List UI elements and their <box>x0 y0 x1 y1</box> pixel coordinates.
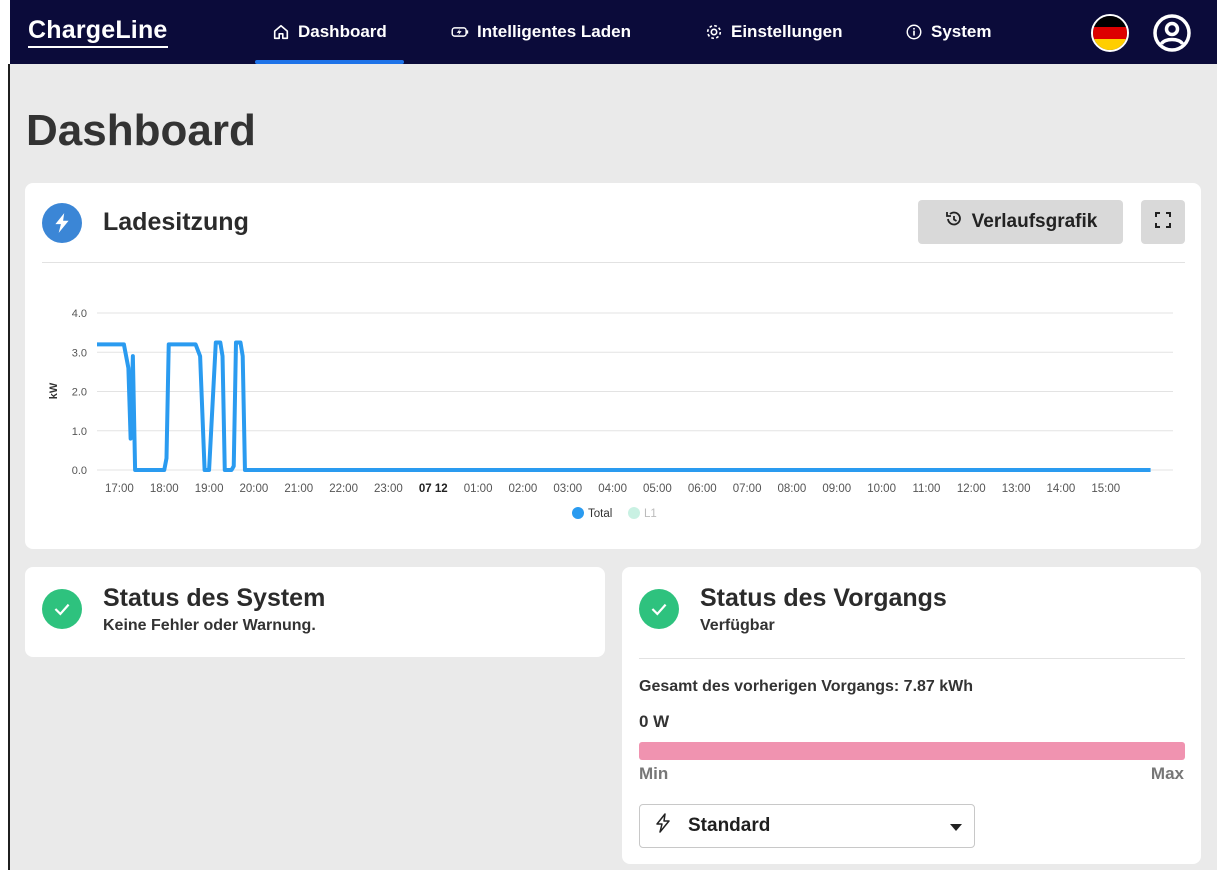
lightning-outline-icon <box>654 813 672 839</box>
gear-icon <box>705 23 723 41</box>
current-power-value: 0 W <box>639 712 670 731</box>
chart-x-tick-label: 11:00 <box>912 483 940 495</box>
nav-einstellungen[interactable]: Einstellungen <box>705 0 842 64</box>
system-status-subtitle: Keine Fehler oder Warnung. <box>103 617 316 634</box>
nav-intelligentes-laden[interactable]: Intelligentes Laden <box>451 0 631 64</box>
charging-mode-select[interactable]: Standard <box>639 804 975 848</box>
chart-x-tick-label: 10:00 <box>867 483 896 495</box>
chart-y-tick-label: 2.0 <box>72 387 87 399</box>
legend-total-marker <box>572 507 584 519</box>
chart-x-tick-label: 09:00 <box>822 483 851 495</box>
chart-x-tick-label: 02:00 <box>509 483 538 495</box>
brand-underline <box>28 46 168 48</box>
brand-text: ChargeLine <box>28 16 168 44</box>
brand-logo[interactable]: ChargeLine <box>28 16 168 48</box>
chart-x-tick-label: 04:00 <box>598 483 627 495</box>
chart-x-tick-label: 12:00 <box>957 483 986 495</box>
session-card: Ladesitzung Verlaufsgrafik 4.0 3.0 2.0 1.0 0… <box>25 183 1201 549</box>
chart-x-tick-label: 03:00 <box>553 483 582 495</box>
system-status-title: Status des System <box>103 584 326 612</box>
chart-x-tick-label: 07 12 <box>419 483 448 495</box>
operation-card-divider <box>639 658 1185 659</box>
chart-y-tick-label: 3.0 <box>72 347 87 359</box>
battery-charging-icon <box>451 23 469 41</box>
system-status-card: Status des System Keine Fehler oder Warn… <box>25 567 605 657</box>
legend-total-label: Total <box>588 508 612 520</box>
operation-status-title: Status des Vorgangs <box>700 584 947 612</box>
chart-x-tick-label: 20:00 <box>240 483 269 495</box>
top-navbar: ChargeLine Dashboard Intelligentes Laden… <box>10 0 1217 64</box>
chart-y-axis-label: kW <box>48 382 60 399</box>
home-icon <box>272 23 290 41</box>
chart-series-total-line <box>97 340 1151 472</box>
flag-de-icon[interactable] <box>1091 14 1129 52</box>
power-chart: 4.0 3.0 2.0 1.0 0.0 kW 17:00 18:00 19:00 20:00 21:… <box>48 308 1173 520</box>
nav-system[interactable]: System <box>905 0 991 64</box>
power-max-label: Max <box>1150 764 1184 783</box>
chart-y-tick-label: 4.0 <box>72 308 87 320</box>
chart-x-tick-label: 19:00 <box>195 483 224 495</box>
operation-status-card: Status des Vorgangs Verfügbar Gesamt des… <box>622 567 1201 864</box>
chevron-down-icon <box>950 824 962 831</box>
chart-x-tick-label: 21:00 <box>284 483 313 495</box>
chart-x-tick-label: 22:00 <box>329 483 358 495</box>
nav-dashboard-label: Dashboard <box>298 22 387 41</box>
previous-session-total: Gesamt des vorherigen Vorgangs: 7.87 kWh <box>639 678 974 695</box>
check-circle-icon <box>639 589 679 629</box>
power-min-label: Min <box>639 764 669 783</box>
chart-y-tick-label: 0.0 <box>72 465 87 477</box>
chart-x-tick-label: 18:00 <box>150 483 179 495</box>
chart-x-tick-label: 15:00 <box>1091 483 1120 495</box>
legend-l1-marker <box>628 507 640 519</box>
chart-x-tick-label: 07:00 <box>733 483 762 495</box>
nav-intelligentes-laden-label: Intelligentes Laden <box>477 22 631 41</box>
page-title: Dashboard <box>26 106 256 155</box>
chart-x-tick-label: 14:00 <box>1047 483 1076 495</box>
chart-x-tick-label: 06:00 <box>688 483 717 495</box>
legend-l1-label: L1 <box>644 508 657 520</box>
nav-system-label: System <box>931 22 992 41</box>
chart-x-tick-label: 17:00 <box>105 483 134 495</box>
chart-x-tick-label: 05:00 <box>643 483 672 495</box>
chart-x-tick-label: 01:00 <box>464 483 493 495</box>
info-icon <box>905 23 923 41</box>
nav-dashboard[interactable]: Dashboard <box>255 0 404 64</box>
operation-status-subtitle: Verfügbar <box>700 617 775 634</box>
chart-x-tick-label: 08:00 <box>778 483 807 495</box>
chart-x-tick-label: 13:00 <box>1002 483 1031 495</box>
main-content: Dashboard Ladesitzung Verlaufsgrafik 4.0… <box>10 64 1217 870</box>
charging-mode-value: Standard <box>688 815 771 836</box>
power-level-bar <box>639 742 1185 760</box>
chart-x-tick-label: 23:00 <box>374 483 403 495</box>
check-circle-icon <box>42 589 82 629</box>
user-account-icon[interactable] <box>1152 13 1192 53</box>
nav-einstellungen-label: Einstellungen <box>731 22 843 41</box>
chart-y-tick-label: 1.0 <box>72 426 87 438</box>
